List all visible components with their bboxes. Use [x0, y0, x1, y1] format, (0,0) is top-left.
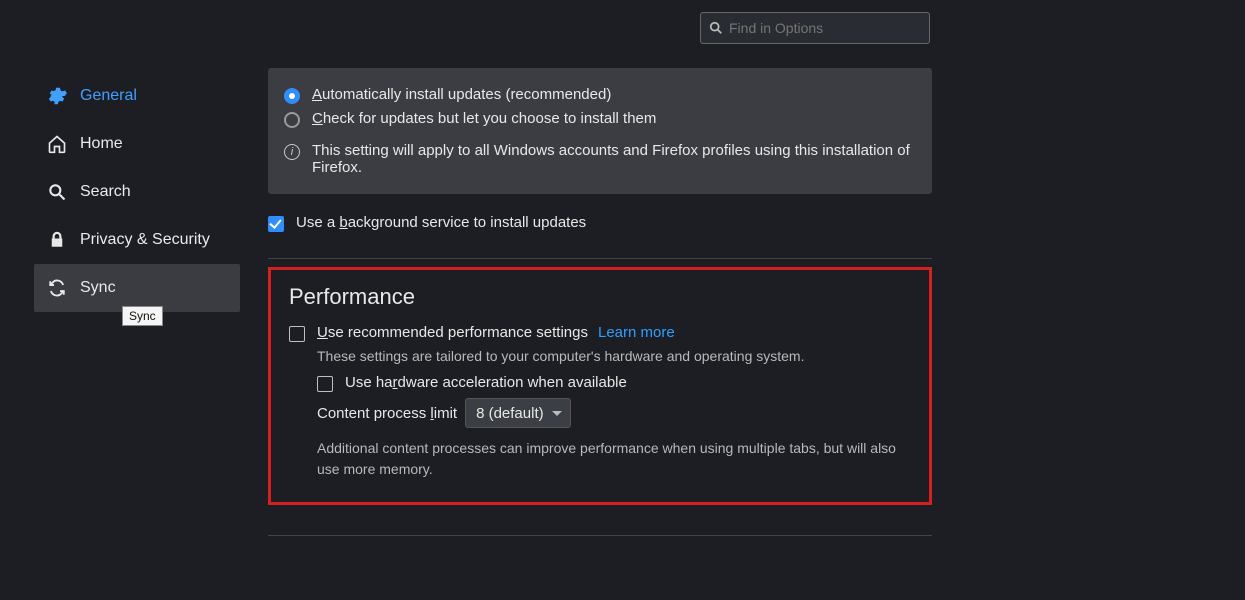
checkbox-label: Use recommended performance settings — [317, 324, 588, 341]
sidebar-item-search[interactable]: Search — [34, 168, 240, 216]
checkbox-hardware-accel[interactable]: Use hardware acceleration when available — [317, 374, 911, 392]
sidebar-item-privacy[interactable]: Privacy & Security — [34, 216, 240, 264]
content-process-limit-row: Content process limit 8 (default) — [317, 398, 911, 428]
home-icon — [46, 133, 68, 155]
magnify-icon — [46, 181, 68, 203]
search-container[interactable] — [700, 12, 930, 44]
checkbox-recommended-settings[interactable]: Use recommended performance settings Lea… — [289, 324, 911, 342]
sidebar-item-label: Sync — [80, 279, 116, 297]
tailored-text: These settings are tailored to your comp… — [317, 348, 911, 364]
sidebar-item-home[interactable]: Home — [34, 120, 240, 168]
main-content: Automatically install updates (recommend… — [268, 68, 932, 536]
process-note: Additional content processes can improve… — [317, 438, 911, 480]
checkbox-icon[interactable] — [317, 376, 333, 392]
info-icon: i — [284, 144, 300, 160]
content-process-limit-label: Content process limit — [317, 405, 457, 422]
radio-icon[interactable] — [284, 112, 300, 128]
radio-check-updates[interactable]: Check for updates but let you choose to … — [284, 110, 916, 128]
sidebar-item-label: Privacy & Security — [80, 231, 210, 249]
checkbox-icon[interactable] — [289, 326, 305, 342]
performance-heading: Performance — [289, 284, 911, 310]
divider — [268, 535, 932, 536]
checkbox-icon[interactable] — [268, 216, 284, 232]
radio-auto-install[interactable]: Automatically install updates (recommend… — [284, 86, 916, 104]
checkbox-background-service[interactable]: Use a background service to install upda… — [268, 214, 932, 232]
lock-icon — [46, 229, 68, 251]
search-input[interactable] — [729, 20, 921, 36]
sync-icon — [46, 277, 68, 299]
sidebar-item-label: General — [80, 87, 137, 105]
search-icon — [709, 21, 723, 35]
info-row: i This setting will apply to all Windows… — [284, 142, 916, 176]
sidebar-item-label: Search — [80, 183, 131, 201]
learn-more-link[interactable]: Learn more — [598, 324, 675, 341]
sidebar-item-sync[interactable]: Sync — [34, 264, 240, 312]
tooltip-sync: Sync — [122, 306, 163, 326]
content-process-limit-select[interactable]: 8 (default) — [465, 398, 571, 428]
updates-panel: Automatically install updates (recommend… — [268, 68, 932, 194]
info-text: This setting will apply to all Windows a… — [312, 142, 916, 176]
select-value: 8 (default) — [476, 405, 544, 422]
sidebar-item-general[interactable]: General — [34, 72, 240, 120]
divider — [268, 258, 932, 259]
radio-label: Check for updates but let you choose to … — [312, 110, 656, 127]
sidebar-item-label: Home — [80, 135, 123, 153]
sidebar: General Home Search Privacy & Security S… — [34, 72, 240, 312]
performance-section: Performance Use recommended performance … — [268, 267, 932, 505]
gear-icon — [46, 85, 68, 107]
radio-icon[interactable] — [284, 88, 300, 104]
checkbox-label: Use a background service to install upda… — [296, 214, 586, 231]
radio-label: Automatically install updates (recommend… — [312, 86, 611, 103]
checkbox-label: Use hardware acceleration when available — [345, 374, 627, 391]
